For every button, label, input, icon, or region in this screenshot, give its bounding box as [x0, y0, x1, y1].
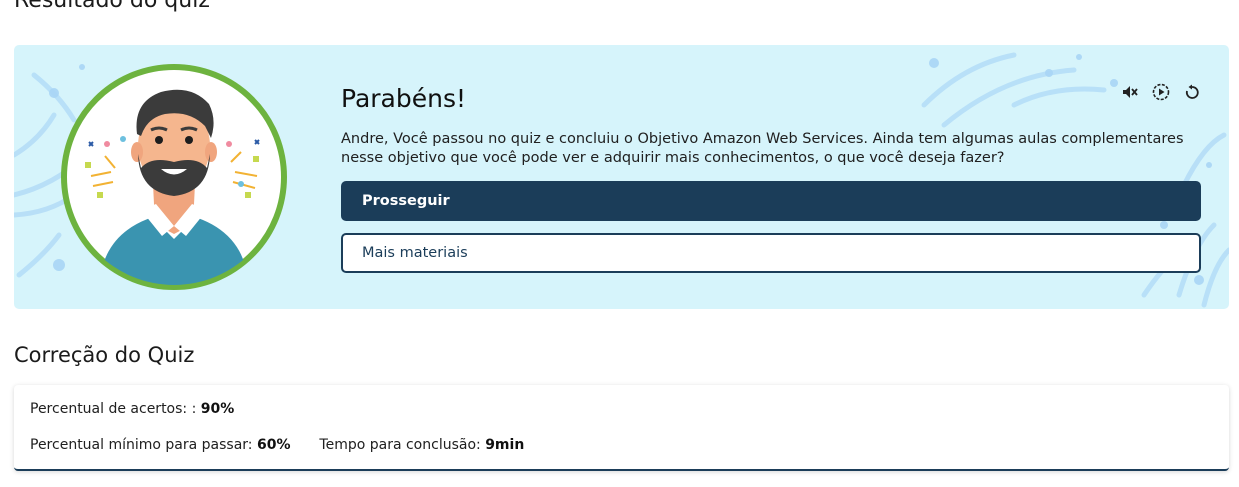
- congrats-heading: Parabéns!: [341, 84, 467, 113]
- mute-icon[interactable]: [1120, 82, 1140, 102]
- completion-time-value: 9min: [485, 437, 525, 453]
- correction-card: Percentual de acertos: : 90% Percentual …: [14, 385, 1229, 471]
- audio-controls: [1120, 82, 1202, 102]
- score-value: 90%: [200, 401, 235, 417]
- score-row: Percentual de acertos: : 90%: [30, 401, 234, 417]
- correction-title: Correção do Quiz: [14, 343, 195, 367]
- result-message: Andre, Você passou no quiz e concluiu o …: [341, 131, 1184, 166]
- avatar: [61, 64, 287, 290]
- play-icon[interactable]: [1151, 82, 1171, 102]
- completion-time-label: Tempo para conclusão:: [319, 437, 481, 453]
- min-score-label: Percentual mínimo para passar:: [30, 437, 253, 453]
- banner-content: Parabéns! Andre, Você passou no quiz e c…: [341, 45, 1201, 309]
- replay-icon[interactable]: [1182, 82, 1202, 102]
- requirements-row: Percentual mínimo para passar: 60% Tempo…: [30, 437, 524, 453]
- proceed-button[interactable]: Prosseguir: [341, 181, 1201, 221]
- page-title: Resultado do quiz: [14, 0, 210, 13]
- more-materials-button[interactable]: Mais materiais: [341, 233, 1201, 273]
- score-label: Percentual de acertos: :: [30, 401, 197, 417]
- min-score-value: 60%: [256, 437, 291, 453]
- result-banner: Parabéns! Andre, Você passou no quiz e c…: [14, 45, 1229, 309]
